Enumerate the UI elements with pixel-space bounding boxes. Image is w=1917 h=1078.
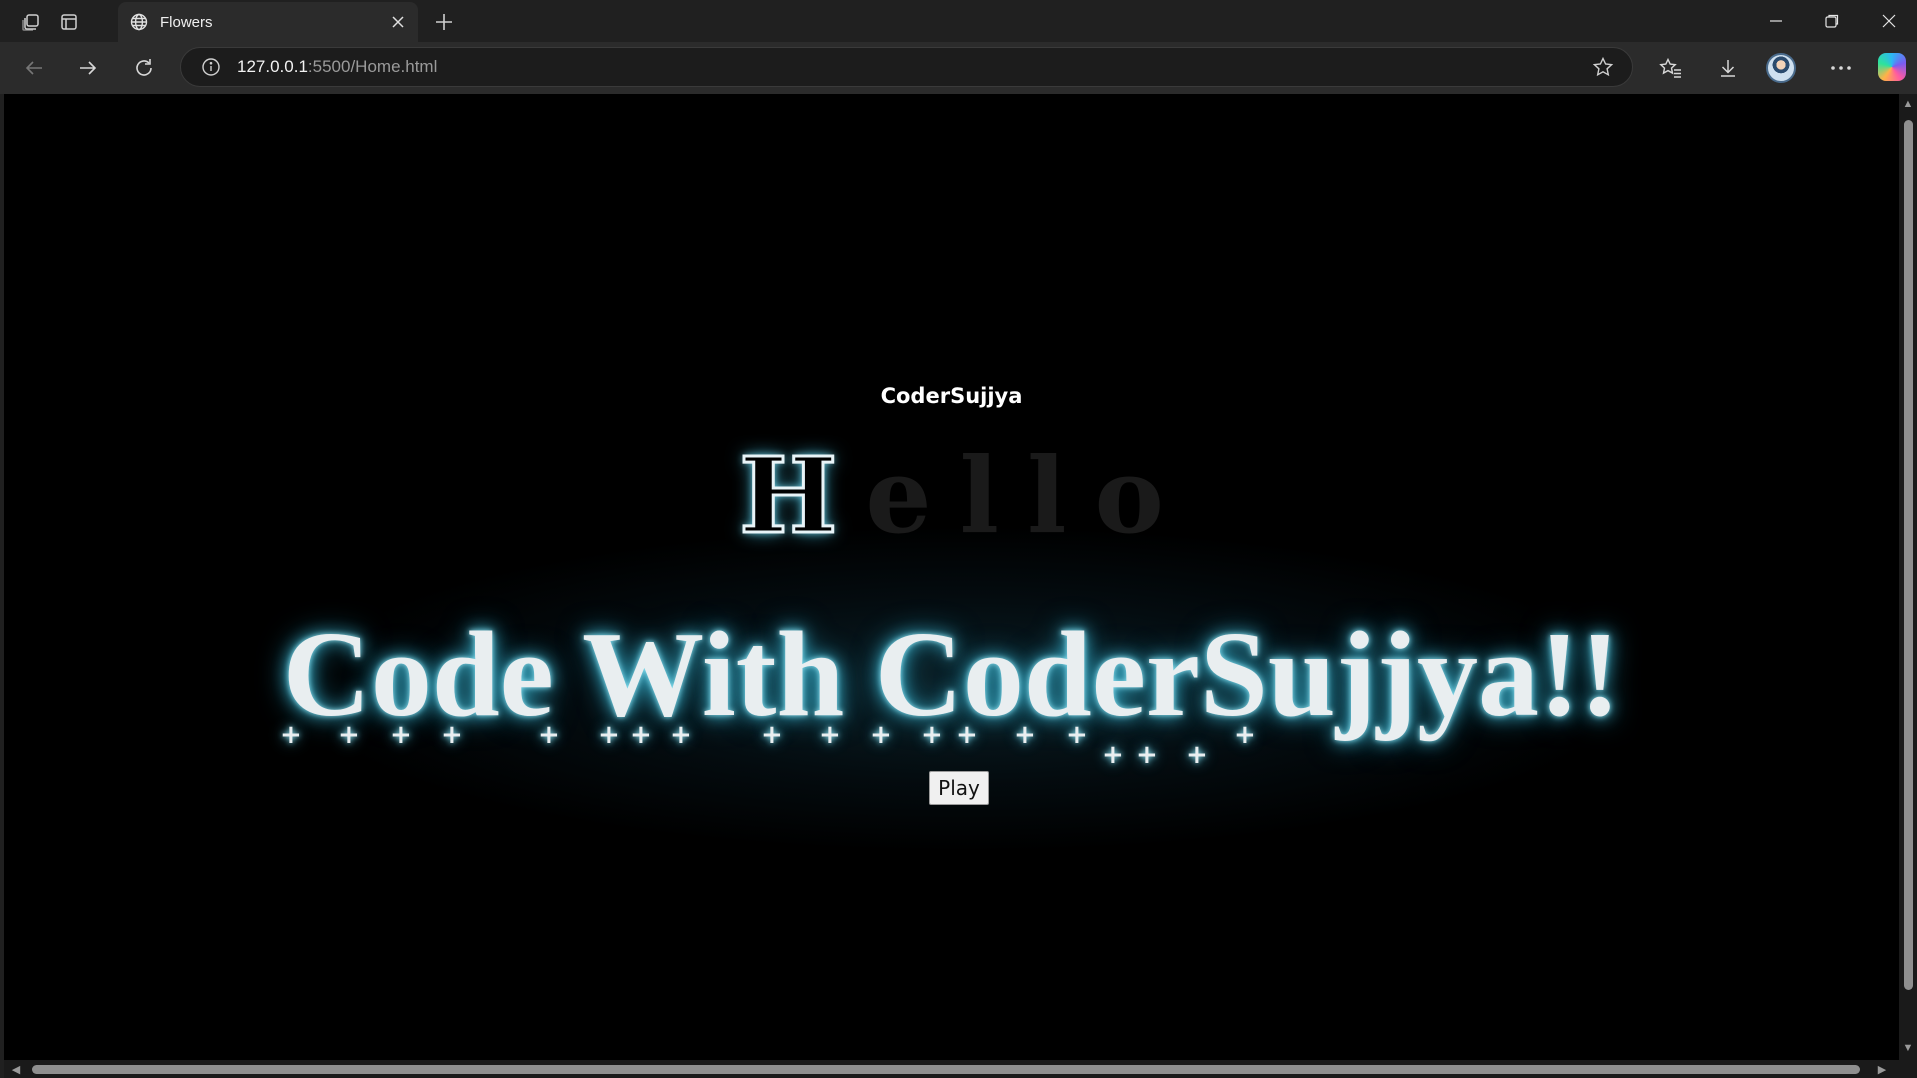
horizontal-scroll-thumb[interactable]: [32, 1065, 1860, 1074]
info-icon[interactable]: [199, 55, 223, 79]
refresh-icon[interactable]: [127, 51, 161, 85]
glow-plus-mark: +: [441, 720, 463, 750]
glow-plus-mark: +: [338, 720, 360, 750]
tab-actions-icon[interactable]: [55, 8, 83, 36]
glow-plus-mark: +: [390, 720, 412, 750]
glow-plus-mark: +: [1066, 720, 1088, 750]
plus-icon[interactable]: [430, 8, 458, 36]
glow-plus-mark: +: [1186, 740, 1208, 770]
headline: Code With CoderSujjya!!: [282, 607, 1621, 742]
play-button[interactable]: Play: [929, 771, 989, 805]
browser-toolbar: 127.0.0.1:5500/Home.html: [0, 42, 1917, 94]
glow-plus-mark: +: [538, 720, 560, 750]
hello-letter: o: [1094, 434, 1164, 557]
page-viewport: CoderSujjya H e l l o Code With CoderSuj…: [4, 94, 1899, 1060]
copilot-icon[interactable]: [1878, 53, 1906, 81]
close-icon[interactable]: [384, 8, 412, 36]
vertical-scrollbar[interactable]: ▲ ▼: [1899, 94, 1917, 1060]
glow-plus-mark: +: [670, 720, 692, 750]
url-path: :5500/Home.html: [307, 57, 438, 76]
minimize-icon[interactable]: [1753, 4, 1799, 38]
star-icon[interactable]: [1588, 52, 1618, 82]
tab-title: Flowers: [160, 13, 213, 31]
hello-letter: H: [738, 433, 839, 559]
restore-icon[interactable]: [1809, 4, 1855, 38]
glow-plus-mark: +: [1014, 720, 1036, 750]
avatar[interactable]: [1766, 53, 1796, 83]
vertical-scroll-thumb[interactable]: [1904, 120, 1913, 990]
back-arrow-icon[interactable]: [17, 51, 51, 85]
favorites-icon[interactable]: [1653, 51, 1689, 85]
brand-label: CoderSujjya: [880, 384, 1023, 408]
glow-plus-mark: +: [280, 720, 302, 750]
tab-strip: Flowers: [0, 0, 1917, 42]
headline-decoration: + + + + + + + + + + + + + + + + + + +: [4, 720, 1899, 768]
glow-plus-mark: +: [761, 720, 783, 750]
glow-plus-mark: +: [819, 720, 841, 750]
glow-plus-mark: +: [921, 720, 943, 750]
glow-plus-mark: +: [1136, 740, 1158, 770]
hello-letter: l: [959, 434, 1000, 557]
more-icon[interactable]: [1823, 51, 1859, 85]
glow-plus-mark: +: [870, 720, 892, 750]
glow-plus-mark: +: [598, 720, 620, 750]
scroll-left-icon[interactable]: ◀: [10, 1063, 22, 1076]
scroll-down-icon[interactable]: ▼: [1902, 1042, 1914, 1054]
glow-plus-mark: +: [956, 720, 978, 750]
forward-arrow-icon[interactable]: [71, 51, 105, 85]
url-host: 127.0.0.1: [237, 57, 308, 76]
scroll-right-icon[interactable]: ▶: [1876, 1063, 1888, 1076]
globe-icon: [128, 11, 150, 33]
hello-letter: l: [1027, 434, 1067, 557]
download-icon[interactable]: [1710, 51, 1746, 85]
url-text[interactable]: 127.0.0.1:5500/Home.html: [237, 57, 1588, 77]
scroll-up-icon[interactable]: ▲: [1902, 98, 1914, 110]
hello-text: H e l l o: [4, 433, 1899, 559]
glow-plus-mark: +: [630, 720, 652, 750]
workspaces-icon[interactable]: [17, 8, 45, 36]
horizontal-scrollbar[interactable]: ◀ ▶: [4, 1060, 1917, 1078]
glow-plus-mark: +: [1234, 720, 1256, 750]
active-tab[interactable]: Flowers: [118, 2, 418, 42]
hello-letter: e: [865, 434, 932, 557]
address-bar[interactable]: 127.0.0.1:5500/Home.html: [180, 47, 1633, 87]
close-window-icon[interactable]: [1866, 4, 1912, 38]
glow-plus-mark: +: [1102, 740, 1124, 770]
